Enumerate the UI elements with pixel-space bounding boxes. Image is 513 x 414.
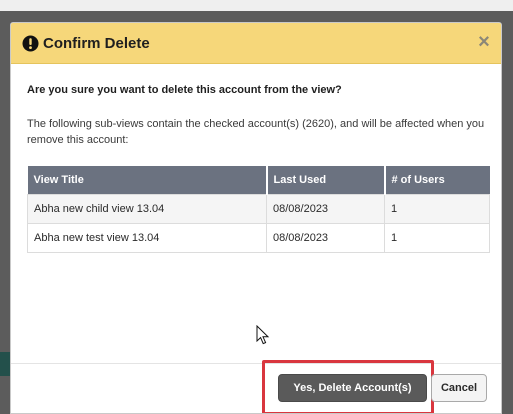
affected-views-table: View Title Last Used # of Users Abha new… <box>27 166 490 253</box>
cell-num-users: 1 <box>384 222 490 253</box>
table-header-row: View Title Last Used # of Users <box>27 166 490 194</box>
background-sidebar-fragment <box>0 352 10 376</box>
cell-last-used: 08/08/2023 <box>266 222 385 253</box>
column-header-last-used: Last Used <box>266 166 386 194</box>
affected-views-info: The following sub-views contain the chec… <box>27 118 485 146</box>
dialog-header: Confirm Delete × <box>11 23 501 64</box>
cell-last-used: 08/08/2023 <box>266 193 385 224</box>
confirm-question: Are you sure you want to delete this acc… <box>27 84 342 96</box>
exclamation-circle-icon <box>22 35 39 52</box>
mouse-pointer-icon <box>256 324 270 345</box>
confirm-delete-dialog: Confirm Delete × Are you sure you want t… <box>10 22 502 414</box>
cell-view-title: Abha new test view 13.04 <box>27 222 267 253</box>
table-row: Abha new test view 13.04 08/08/2023 1 <box>27 222 490 253</box>
close-icon[interactable]: × <box>475 32 493 52</box>
cell-num-users: 1 <box>384 193 490 224</box>
cell-view-title: Abha new child view 13.04 <box>27 193 267 224</box>
background-page-strip <box>0 0 513 11</box>
column-header-num-users: # of Users <box>384 166 490 194</box>
cancel-button[interactable]: Cancel <box>431 374 487 402</box>
confirm-delete-button[interactable]: Yes, Delete Account(s) <box>278 374 427 402</box>
dialog-title: Confirm Delete <box>43 34 150 52</box>
column-header-view-title: View Title <box>27 166 268 194</box>
table-row: Abha new child view 13.04 08/08/2023 1 <box>27 193 490 224</box>
